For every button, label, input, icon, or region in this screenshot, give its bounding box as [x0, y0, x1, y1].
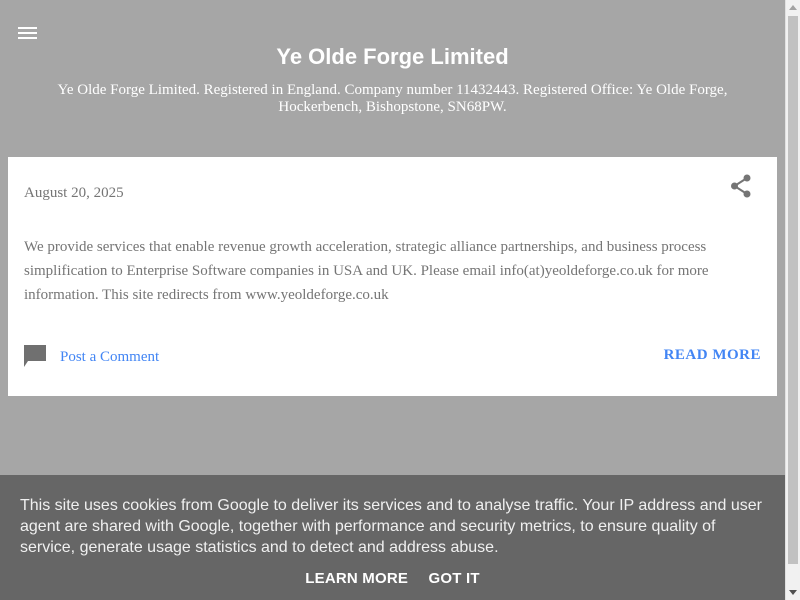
blog-description: Ye Olde Forge Limited. Registered in Eng… — [57, 82, 728, 115]
cookie-notice-actions: LEARN MORE GOT IT — [0, 570, 785, 588]
scrollbar-thumb[interactable] — [788, 16, 798, 564]
share-icon[interactable] — [730, 174, 752, 198]
scroll-down-arrow-icon[interactable] — [789, 590, 797, 595]
learn-more-button[interactable]: LEARN MORE — [305, 570, 408, 587]
blog-title[interactable]: Ye Olde Forge Limited — [0, 44, 785, 70]
read-more-link[interactable]: READ MORE — [664, 347, 761, 364]
cookie-notice-text: This site uses cookies from Google to de… — [20, 497, 763, 556]
vertical-scrollbar[interactable] — [785, 0, 800, 600]
post-card: August 20, 2025 We provide services that… — [8, 157, 777, 396]
hamburger-menu-icon[interactable] — [18, 27, 38, 43]
post-date[interactable]: August 20, 2025 — [24, 185, 124, 202]
scroll-up-arrow-icon[interactable] — [789, 5, 797, 10]
post-comment-label: Post a Comment — [60, 348, 160, 365]
comment-icon — [24, 345, 46, 367]
got-it-button[interactable]: GOT IT — [429, 570, 480, 587]
cookie-notice: This site uses cookies from Google to de… — [0, 475, 785, 600]
post-snippet: We provide services that enable revenue … — [24, 239, 709, 303]
blog-page: Ye Olde Forge Limited Ye Olde Forge Limi… — [0, 0, 785, 600]
post-comment-link[interactable]: Post a Comment — [24, 345, 159, 369]
